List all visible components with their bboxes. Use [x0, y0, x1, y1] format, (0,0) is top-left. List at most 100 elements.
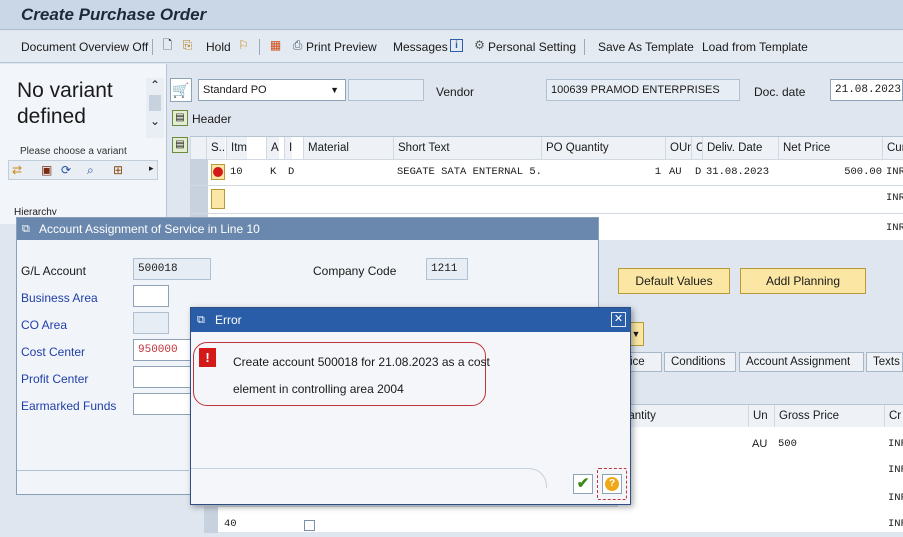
chevron-up-icon[interactable]: ⌃ — [146, 78, 164, 92]
separator — [584, 39, 585, 55]
error-status-icon — [213, 167, 223, 177]
dropdown-icon[interactable]: ▼ — [330, 80, 339, 100]
layout-icon[interactable]: ▣ — [41, 163, 52, 177]
doc-date-field[interactable]: 21.08.2023 — [830, 79, 903, 101]
unit-cell[interactable]: AU — [748, 431, 767, 457]
status-cell[interactable] — [211, 164, 225, 180]
oun-cell[interactable]: AU — [665, 159, 682, 185]
tab-texts[interactable]: Texts — [866, 352, 903, 372]
profit-center-field[interactable] — [133, 366, 193, 388]
status-cell[interactable] — [211, 189, 225, 209]
info-icon[interactable]: i — [450, 39, 463, 52]
check-icon[interactable]: ⚐ — [236, 38, 251, 53]
find-icon[interactable]: ⌕ — [87, 163, 94, 178]
col-currency[interactable]: Cur — [882, 137, 903, 159]
currency-cell[interactable]: INR — [884, 431, 903, 457]
hold-button[interactable]: Hold — [206, 40, 231, 54]
messages-button[interactable]: Messages — [393, 40, 448, 54]
col-deliv-date[interactable]: Deliv. Date — [702, 137, 778, 159]
col-unit[interactable]: Un — [748, 405, 774, 427]
close-icon[interactable]: ✕ — [611, 312, 626, 327]
deliv-date-cell[interactable]: 31.08.2023 — [702, 159, 769, 185]
col-net-price[interactable]: Net Price — [778, 137, 882, 159]
col-quantity[interactable]: uantity — [618, 405, 748, 427]
default-values-button[interactable]: Default Values — [618, 268, 730, 294]
col-item[interactable]: Itm — [226, 137, 247, 159]
load-from-template-button[interactable]: Load from Template — [702, 40, 808, 54]
document-overview-button[interactable]: Document Overview Off — [21, 40, 148, 54]
vendor-field[interactable]: 100639 PRAMOD ENTERPRISES — [546, 79, 740, 101]
currency-cell[interactable]: INR — [882, 215, 903, 241]
col-item-cat[interactable]: I — [284, 137, 293, 159]
checkmark-icon[interactable]: ✔ — [573, 474, 593, 494]
new-document-icon[interactable]: 🗋 — [160, 38, 175, 53]
copy-icon[interactable]: ⎘ — [180, 38, 195, 53]
currency-cell[interactable]: INR — [882, 185, 903, 211]
item-overview-icon[interactable]: ▤ — [172, 137, 188, 153]
expand-icon[interactable]: ⇄ — [12, 163, 22, 177]
chevron-down-icon[interactable]: ⌄ — [146, 114, 164, 128]
item-number[interactable]: 10 — [226, 159, 243, 185]
print-preview-button[interactable]: Print Preview — [306, 40, 377, 54]
currency-cell[interactable]: INR — [884, 457, 903, 483]
cost-center-field[interactable]: 950000 — [133, 339, 193, 361]
personal-setting-icon[interactable]: ⚙ — [472, 38, 487, 53]
col-gross-price[interactable]: Gross Price — [774, 405, 884, 427]
tab-conditions[interactable]: Conditions — [664, 352, 736, 372]
item-category[interactable]: D — [284, 159, 294, 185]
col-short-text[interactable]: Short Text — [393, 137, 541, 159]
earmarked-funds-field[interactable] — [133, 393, 193, 415]
service-grid: uantity Un Gross Price Cr AU 500 INR INR… — [618, 404, 903, 532]
co-area-label[interactable]: CO Area — [21, 318, 67, 332]
error-message-line2: element in controlling area 2004 — [233, 382, 404, 396]
table-icon[interactable]: ⊞ — [113, 163, 123, 177]
c-cell[interactable]: D — [691, 159, 701, 185]
enjoy-icon[interactable]: ▦ — [268, 38, 283, 53]
cart-icon[interactable]: 🛒 — [170, 78, 192, 102]
col-acct[interactable]: A — [266, 137, 279, 159]
col-currency[interactable]: Cr — [884, 405, 903, 427]
dialog-icon: ⧉ — [22, 223, 30, 235]
checkbox[interactable] — [304, 520, 315, 531]
business-area-field[interactable] — [133, 285, 169, 307]
scroll-thumb[interactable] — [149, 95, 161, 111]
currency-cell[interactable]: INR — [884, 485, 903, 511]
company-code-field[interactable]: 1211 — [426, 258, 468, 280]
short-text-cell[interactable]: SEGATE SATA ENTERNAL 5.. — [393, 159, 541, 185]
co-area-field[interactable] — [133, 312, 169, 334]
col-status[interactable]: S.. — [206, 137, 226, 159]
more-icon[interactable]: ▸ — [149, 163, 154, 174]
gl-account-field[interactable]: 500018 — [133, 258, 211, 280]
net-price-cell[interactable]: 500.00 — [778, 159, 882, 185]
currency-cell[interactable]: INR — [884, 511, 903, 537]
variant-scrollbar[interactable]: ⌃ ⌄ — [146, 78, 164, 138]
footer-curve — [191, 468, 547, 488]
tab-account-assignment[interactable]: Account Assignment — [739, 352, 864, 372]
col-po-quantity[interactable]: PO Quantity — [541, 137, 665, 159]
addl-planning-button[interactable]: Addl Planning — [740, 268, 866, 294]
print-preview-icon[interactable]: ⎙ — [290, 38, 305, 53]
po-number-field[interactable] — [348, 79, 424, 101]
acct-assignment-category[interactable]: K — [266, 159, 276, 185]
refresh-icon[interactable]: ⟳ — [61, 163, 71, 177]
col-material[interactable]: Material — [303, 137, 393, 159]
header-toggle-icon[interactable]: ▤ — [172, 110, 188, 126]
gross-price-cell[interactable]: 500 — [774, 431, 797, 457]
earmarked-funds-label[interactable]: Earmarked Funds — [21, 399, 116, 413]
quantity-cell[interactable]: 1 — [541, 159, 661, 185]
business-area-label[interactable]: Business Area — [21, 291, 98, 305]
save-as-template-button[interactable]: Save As Template — [598, 40, 694, 54]
profit-center-label[interactable]: Profit Center — [21, 372, 88, 386]
cost-center-label[interactable]: Cost Center — [21, 345, 85, 359]
service-row-40: 40 — [204, 506, 618, 533]
col-oun[interactable]: OUn — [665, 137, 694, 159]
separator — [152, 39, 153, 55]
currency-cell[interactable]: INR — [882, 159, 903, 185]
row-selector[interactable] — [204, 507, 218, 533]
personal-setting-button[interactable]: Personal Setting — [488, 40, 576, 54]
hierarchy-label: Hierarchy — [14, 207, 57, 215]
line-number-cell[interactable]: 40 — [220, 511, 237, 537]
error-dialog: ⧉ Error ✕ ! Create account 500018 for 21… — [190, 307, 631, 505]
po-type-select[interactable]: Standard PO ▼ — [198, 79, 346, 101]
help-button[interactable]: ? — [602, 474, 622, 494]
